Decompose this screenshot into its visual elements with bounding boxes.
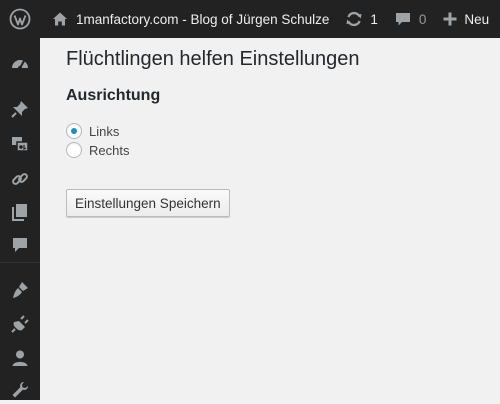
pages-icon xyxy=(12,204,27,221)
plugins-icon xyxy=(11,315,29,333)
menu-item-media[interactable] xyxy=(0,130,40,158)
dashboard-icon xyxy=(12,60,28,70)
new-label: Neu xyxy=(464,11,490,27)
radio-option-links[interactable]: Links xyxy=(66,123,119,139)
updates-link[interactable]: 1 xyxy=(345,0,378,38)
plus-icon xyxy=(443,12,457,26)
media-icon xyxy=(12,137,29,152)
home-icon xyxy=(53,12,67,26)
menu-item-posts[interactable] xyxy=(0,95,40,123)
menu-item-pages[interactable] xyxy=(0,198,40,226)
main-content: Flüchtlingen helfen Einstellungen Ausric… xyxy=(40,38,500,400)
wordpress-logo-button[interactable] xyxy=(0,0,40,38)
new-content-link[interactable]: Neu xyxy=(443,0,489,38)
comment-bubble-icon xyxy=(395,13,410,26)
menu-separator xyxy=(0,262,40,263)
menu-item-users[interactable] xyxy=(0,344,40,372)
updates-icon xyxy=(346,11,362,27)
comments-count: 0 xyxy=(418,11,427,27)
site-name: 1manfactory.com - Blog of Jürgen Schulze xyxy=(76,11,330,27)
page-title: Flüchtlingen helfen Einstellungen xyxy=(66,48,360,70)
menu-item-comments[interactable] xyxy=(0,231,40,259)
radio-label-links: Links xyxy=(89,123,120,139)
radio-label-rechts: Rechts xyxy=(89,142,130,158)
radio-button-unchecked[interactable] xyxy=(66,142,82,158)
radio-option-rechts[interactable]: Rechts xyxy=(66,142,129,158)
users-icon xyxy=(12,350,28,366)
updates-count: 1 xyxy=(370,11,378,27)
tools-wrench-icon xyxy=(12,382,28,398)
menu-item-dashboard[interactable] xyxy=(0,50,40,78)
section-title: Ausrichtung xyxy=(66,87,161,104)
appearance-brush-icon xyxy=(13,282,28,298)
wordpress-logo-icon xyxy=(9,8,31,30)
menu-item-appearance[interactable] xyxy=(0,276,40,304)
radio-button-checked[interactable] xyxy=(66,123,82,139)
pushpin-icon xyxy=(11,101,28,118)
comments-icon xyxy=(13,238,27,252)
link-icon xyxy=(12,173,28,185)
radio-checked-dot xyxy=(71,128,77,134)
save-settings-button[interactable]: Einstellungen Speichern xyxy=(66,189,230,217)
menu-item-links[interactable] xyxy=(0,165,40,193)
menu-item-plugins[interactable] xyxy=(0,310,40,338)
site-name-link[interactable]: 1manfactory.com - Blog of Jürgen Schulze xyxy=(52,0,329,38)
comments-link[interactable]: 0 xyxy=(395,0,427,38)
admin-bar: 1manfactory.com - Blog of Jürgen Schulze… xyxy=(0,0,500,38)
